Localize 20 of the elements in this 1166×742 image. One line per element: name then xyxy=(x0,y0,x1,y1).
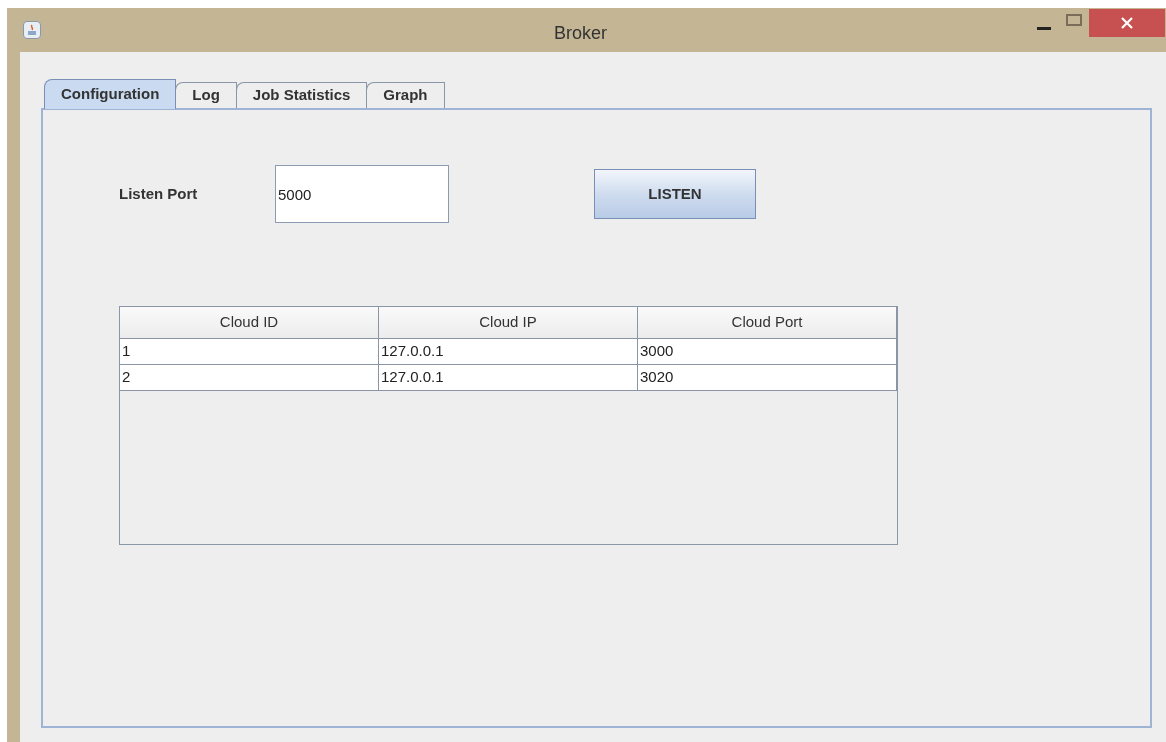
column-header[interactable]: Cloud IP xyxy=(379,307,638,338)
table-cell: 3000 xyxy=(638,339,897,364)
tab[interactable]: Configuration xyxy=(44,79,177,109)
table-cell: 127.0.0.1 xyxy=(379,339,638,364)
column-header[interactable]: Cloud ID xyxy=(120,307,379,338)
close-icon xyxy=(1121,17,1133,29)
tab[interactable]: Graph xyxy=(366,82,445,108)
maximize-icon xyxy=(1066,14,1082,26)
window-title: Broker xyxy=(554,22,607,45)
table-cell: 127.0.0.1 xyxy=(379,365,638,390)
column-header[interactable]: Cloud Port xyxy=(638,307,897,338)
table-cell: 1 xyxy=(120,339,379,364)
app-icon xyxy=(23,21,41,39)
port-field[interactable]: 5000 xyxy=(275,165,449,223)
close-button[interactable] xyxy=(1089,9,1165,37)
field-label: Listen Port xyxy=(119,183,199,204)
table-cell: 3020 xyxy=(638,365,897,390)
minimize-icon xyxy=(1037,26,1051,30)
table-cell: 2 xyxy=(120,365,379,390)
listen-button[interactable]: LISTEN xyxy=(594,169,756,219)
